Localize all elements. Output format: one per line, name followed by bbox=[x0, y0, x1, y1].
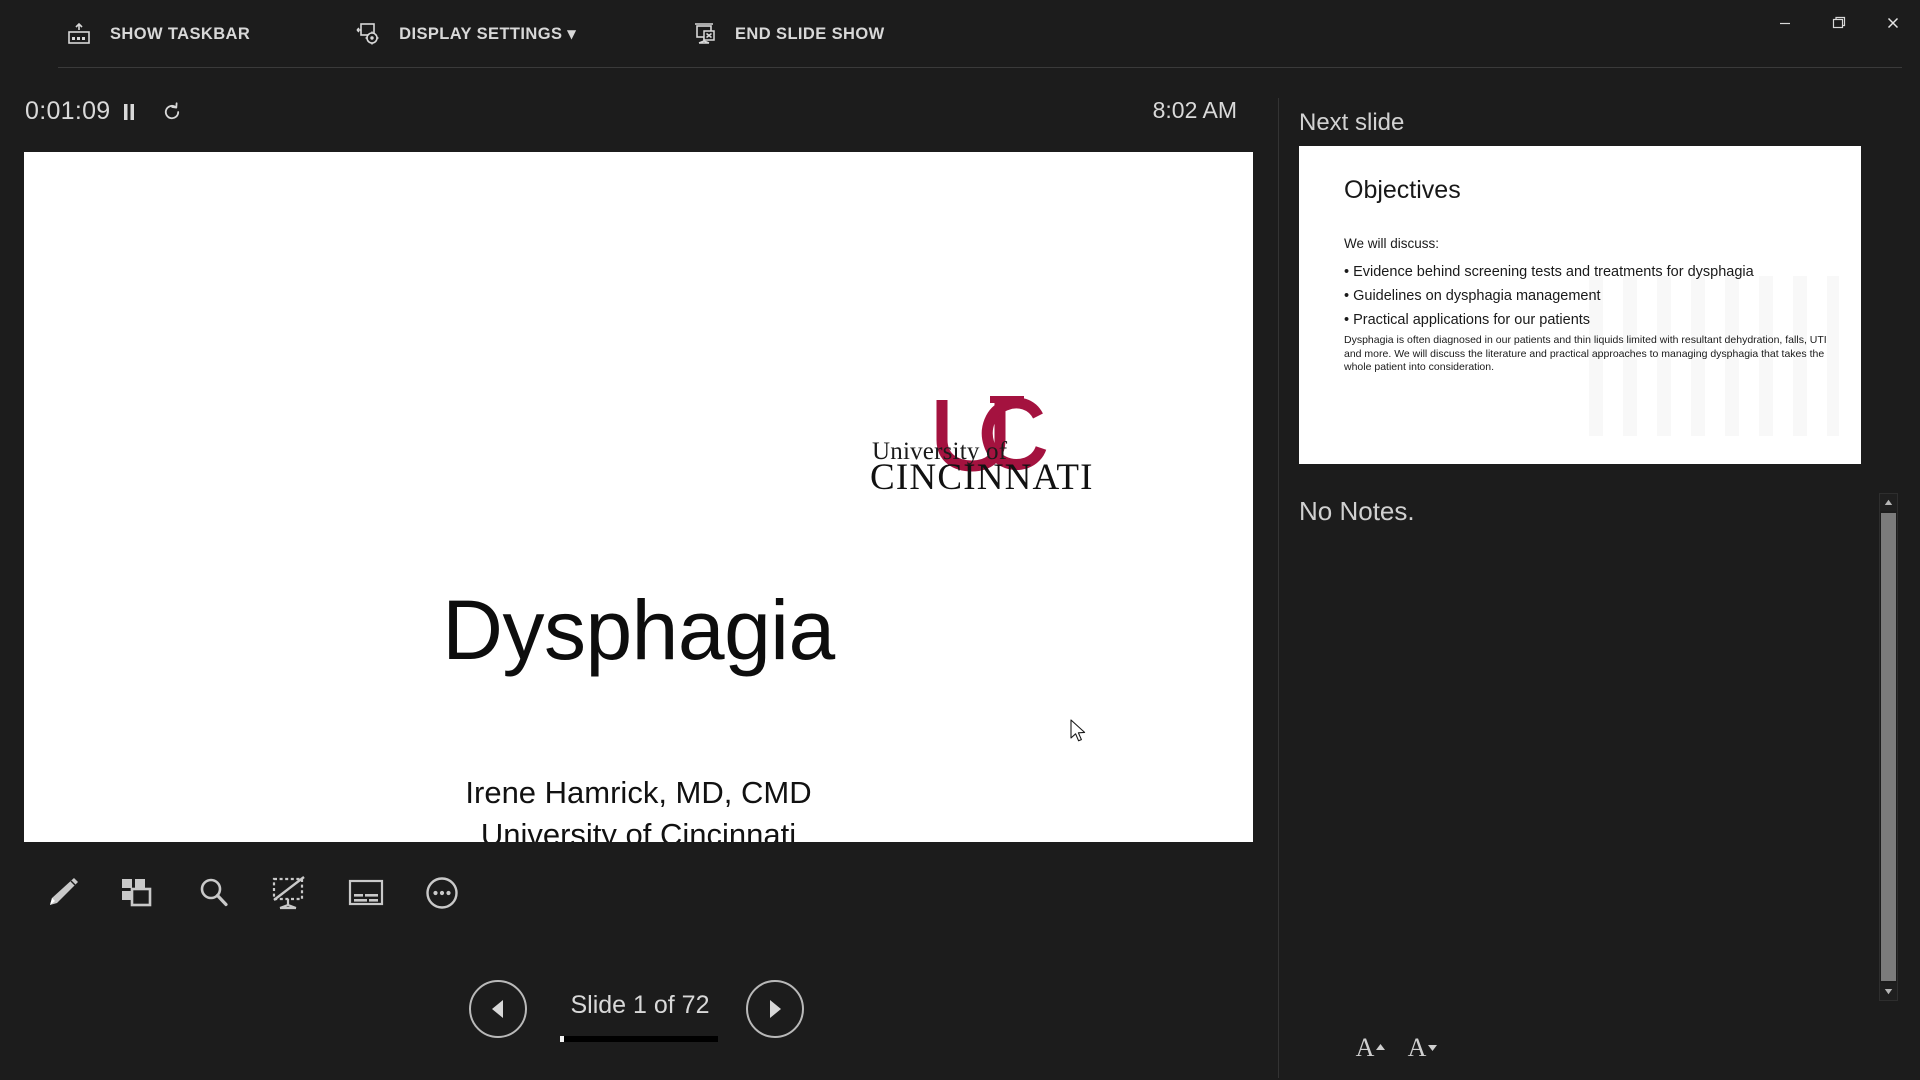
previous-arrow-icon bbox=[492, 1000, 503, 1018]
logo-line-cincinnati: CINCINNATI bbox=[870, 457, 1094, 498]
elapsed-timer: 0:01:09 bbox=[25, 97, 111, 125]
black-screen-button[interactable] bbox=[252, 860, 328, 926]
close-button[interactable] bbox=[1866, 0, 1920, 46]
presenter-tools bbox=[24, 855, 544, 931]
chevron-down-icon bbox=[1884, 989, 1893, 995]
display-settings-label: DISPLAY SETTINGS ▾ bbox=[399, 25, 577, 43]
pause-icon bbox=[124, 104, 134, 120]
wall-clock: 8:02 AM bbox=[1152, 97, 1237, 123]
scroll-down-button[interactable] bbox=[1880, 983, 1897, 1000]
slide-title: Dysphagia bbox=[442, 583, 835, 677]
font-size-glyph: A bbox=[1355, 1033, 1375, 1062]
pen-tool-button[interactable] bbox=[24, 860, 100, 926]
more-options-icon bbox=[426, 877, 458, 909]
list-item: • Evidence behind screening tests and tr… bbox=[1344, 264, 1754, 280]
next-slide-bullets: • Evidence behind screening tests and tr… bbox=[1344, 260, 1844, 332]
slide-progress-fill bbox=[560, 1036, 564, 1042]
captions-icon bbox=[348, 879, 384, 906]
next-arrow-icon bbox=[770, 1000, 781, 1018]
next-slide-note: Dysphagia is often diagnosed in our pati… bbox=[1344, 334, 1827, 373]
next-slide-button[interactable] bbox=[746, 980, 804, 1038]
minimize-button[interactable] bbox=[1758, 0, 1812, 46]
right-panel: Next slide Objectives We will discuss: •… bbox=[1286, 98, 1920, 1080]
slide-subtitle-block: Irene Hamrick, MD, CMD University of Cin… bbox=[24, 772, 1253, 842]
presenter-toolbar: SHOW TASKBAR DISPLAY SETTINGS ▾ END SLID… bbox=[0, 0, 1920, 68]
timer-row: 0:01:09 8:02 AM bbox=[0, 95, 1255, 143]
scrollbar-thumb[interactable] bbox=[1881, 513, 1896, 981]
show-taskbar-button[interactable]: SHOW TASKBAR bbox=[50, 6, 264, 62]
font-size-glyph: A bbox=[1407, 1033, 1427, 1062]
list-item: • Guidelines on dysphagia management bbox=[1344, 288, 1601, 304]
panel-divider bbox=[1278, 98, 1279, 1078]
end-slideshow-button[interactable]: END SLIDE SHOW bbox=[675, 6, 899, 62]
previous-slide-button[interactable] bbox=[469, 980, 527, 1038]
slide-progress-bar[interactable] bbox=[560, 1036, 718, 1042]
presenter-affiliation: University of Cincinnati bbox=[480, 817, 797, 842]
zoom-slide-button[interactable] bbox=[176, 860, 252, 926]
captions-button[interactable] bbox=[328, 860, 404, 926]
notes-font-size-controls: A A bbox=[1345, 1028, 1475, 1070]
presenter-name: Irene Hamrick, MD, CMD bbox=[465, 775, 812, 810]
slide-navigation: Slide 1 of 72 bbox=[460, 980, 830, 1052]
close-icon bbox=[1887, 17, 1899, 29]
end-slideshow-label: END SLIDE SHOW bbox=[735, 24, 885, 43]
chevron-up-icon bbox=[1884, 499, 1893, 505]
arrow-up-icon bbox=[1376, 1043, 1386, 1050]
next-slide-thumbnail[interactable]: Objectives We will discuss: • Evidence b… bbox=[1299, 146, 1861, 464]
next-slide-header: Next slide bbox=[1299, 109, 1405, 136]
slide-counter: Slide 1 of 72 bbox=[570, 991, 710, 1019]
restore-icon bbox=[1832, 16, 1846, 29]
display-settings-button[interactable]: DISPLAY SETTINGS ▾ bbox=[339, 6, 590, 62]
taskbar-icon bbox=[64, 19, 94, 49]
window-controls bbox=[1758, 0, 1920, 46]
all-slides-icon bbox=[122, 879, 152, 907]
all-slides-button[interactable] bbox=[100, 860, 176, 926]
speaker-notes-area[interactable]: No Notes. bbox=[1286, 483, 1920, 1080]
reset-timer-button[interactable] bbox=[155, 95, 189, 129]
show-taskbar-label: SHOW TASKBAR bbox=[110, 24, 251, 43]
pause-timer-button[interactable] bbox=[112, 95, 146, 129]
presenter-view-window: SHOW TASKBAR DISPLAY SETTINGS ▾ END SLID… bbox=[0, 0, 1920, 1080]
increase-font-size-button[interactable]: A bbox=[1345, 1028, 1397, 1068]
end-slideshow-icon bbox=[689, 19, 719, 49]
more-options-button[interactable] bbox=[404, 860, 480, 926]
reset-icon bbox=[164, 102, 180, 120]
next-slide-title: Objectives bbox=[1344, 176, 1461, 204]
magnifier-icon bbox=[200, 878, 228, 907]
minimize-icon bbox=[1780, 22, 1790, 25]
decrease-font-size-button[interactable]: A bbox=[1397, 1028, 1449, 1068]
scroll-up-button[interactable] bbox=[1880, 494, 1897, 511]
arrow-down-icon bbox=[1428, 1044, 1438, 1051]
pen-icon bbox=[50, 878, 78, 905]
restore-button[interactable] bbox=[1812, 0, 1866, 46]
black-screen-icon bbox=[272, 876, 305, 910]
notes-scrollbar[interactable] bbox=[1879, 493, 1898, 1001]
toolbar-divider bbox=[58, 67, 1902, 68]
current-slide-view[interactable]: University of CINCINNATI Dysphagia Irene… bbox=[24, 152, 1253, 842]
university-logo: University of CINCINNATI bbox=[842, 396, 1093, 498]
speaker-notes-text: No Notes. bbox=[1299, 496, 1415, 526]
next-slide-intro: We will discuss: bbox=[1344, 236, 1440, 251]
list-item: • Practical applications for our patient… bbox=[1344, 312, 1591, 328]
display-settings-icon bbox=[353, 19, 383, 49]
